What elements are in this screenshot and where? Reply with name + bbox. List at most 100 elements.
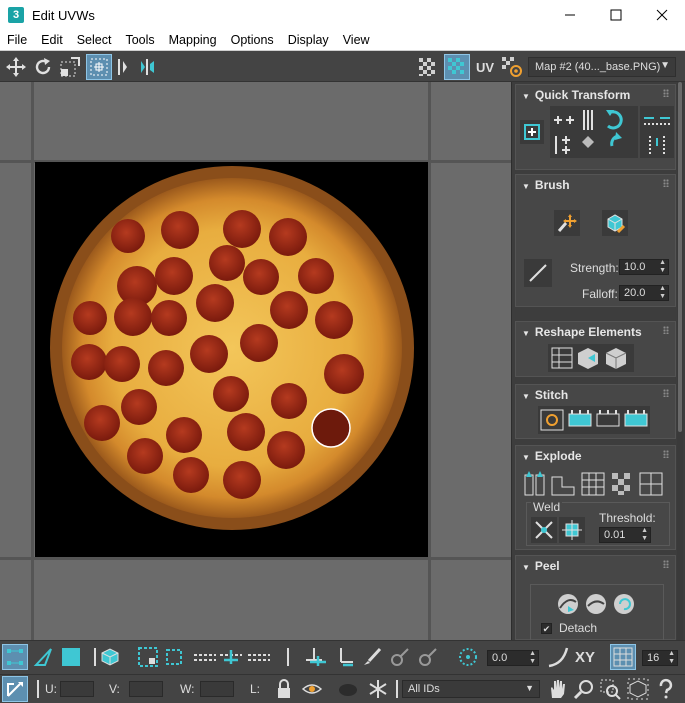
freeform-icon <box>90 58 108 76</box>
grow-shrink-tools <box>278 645 338 669</box>
lock-selection-button[interactable] <box>272 677 296 701</box>
maximize-button[interactable] <box>593 0 639 30</box>
zoom-extents-button[interactable] <box>626 677 650 701</box>
uv-axis-button[interactable]: UV <box>472 55 498 79</box>
w-field[interactable] <box>200 681 234 697</box>
menu-options[interactable]: Options <box>224 33 281 47</box>
show-map-button[interactable] <box>416 55 440 79</box>
minimize-icon <box>565 14 575 16</box>
spinner-arrows-icon[interactable]: ▲ ▼ <box>659 285 666 301</box>
rotate-angle-button[interactable] <box>456 645 480 669</box>
xy-axis-button[interactable]: XY <box>572 645 598 669</box>
shrink-button[interactable] <box>334 645 358 669</box>
scrollbar-thumb[interactable] <box>678 82 682 432</box>
u-field[interactable] <box>60 681 94 697</box>
panel-scrollbar[interactable] <box>677 82 683 640</box>
threshold-value: 0.01 <box>604 529 626 541</box>
brush-falloff-button[interactable] <box>524 259 552 287</box>
select-loop-button[interactable] <box>416 645 440 669</box>
checker-map-button[interactable] <box>444 54 470 80</box>
snowflake-icon <box>369 680 387 698</box>
paint-select-icon <box>166 649 182 665</box>
grid-snap-button[interactable] <box>610 644 636 670</box>
rollout-header[interactable]: ▼ Quick Transform <box>522 88 630 102</box>
checker-icon <box>419 58 435 76</box>
edge-mode-button[interactable] <box>32 645 56 669</box>
menu-tools[interactable]: Tools <box>118 33 161 47</box>
freeform-tool-button[interactable] <box>86 54 112 80</box>
map-settings-button[interactable] <box>500 55 524 79</box>
grid-size-spinner[interactable]: 16 ▲ ▼ <box>642 650 678 666</box>
rollout-header[interactable]: ▼ Explode <box>522 449 582 463</box>
spinner-arrows-icon[interactable]: ▲ ▼ <box>668 650 675 666</box>
magnifier-icon <box>573 680 593 700</box>
threshold-spinner[interactable]: 0.01 ▲ ▼ <box>599 527 651 543</box>
hide-unhide-button[interactable] <box>300 677 324 701</box>
map-select[interactable]: Map #2 (40..._base.PNG) ▼ <box>528 57 676 77</box>
weld-target-button[interactable] <box>559 517 585 543</box>
rollout-header[interactable]: ▼ Peel <box>522 559 560 573</box>
paint-move-button[interactable] <box>554 210 580 236</box>
rollout-header[interactable]: ▼ Reshape Elements <box>522 325 642 339</box>
rotate-tool-button[interactable] <box>31 55 55 79</box>
peel-mode-button[interactable] <box>555 591 581 617</box>
transform-element-button[interactable] <box>520 120 544 144</box>
help-button[interactable] <box>654 677 678 701</box>
reshape-icons <box>551 347 627 369</box>
rollout-header[interactable]: ▼ Brush <box>522 178 570 192</box>
app-icon: 3 <box>8 7 24 23</box>
quick-peel-icon <box>586 594 606 614</box>
filter-selected-button[interactable] <box>336 677 360 701</box>
zoom-region-button[interactable] <box>598 677 622 701</box>
material-id-select[interactable]: All IDs ▼ <box>402 680 540 698</box>
freeze-button[interactable] <box>366 677 390 701</box>
relax-brush-button[interactable] <box>602 210 628 236</box>
strength-spinner[interactable]: 10.0 ▲ ▼ <box>619 259 669 275</box>
spinner-arrows-icon[interactable]: ▲ ▼ <box>529 650 536 666</box>
falloff-label: Falloff: <box>582 287 618 301</box>
bottom-toolbar: 0.0 ▲ ▼ XY 16 ▲ ▼ <box>0 640 685 674</box>
spinner-arrows-icon[interactable]: ▲ ▼ <box>659 259 666 275</box>
rotate-angle-value: 0.0 <box>492 652 508 664</box>
drag-handle-icon[interactable] <box>663 560 669 568</box>
falloff-spinner[interactable]: 20.0 ▲ ▼ <box>619 285 669 301</box>
element-mode-button[interactable] <box>98 645 122 669</box>
select-ring-button[interactable] <box>388 645 412 669</box>
spinner-arrows-icon[interactable]: ▲ ▼ <box>641 527 648 543</box>
menu-select[interactable]: Select <box>70 33 119 47</box>
flip-tool-button[interactable] <box>134 55 158 79</box>
menu-display[interactable]: Display <box>281 33 336 47</box>
drag-handle-icon[interactable] <box>663 179 669 187</box>
rollout-header[interactable]: ▼ Stitch <box>522 388 568 402</box>
menu-file[interactable]: File <box>0 33 34 47</box>
absolute-offset-button[interactable] <box>2 676 28 702</box>
paint-brush-button[interactable] <box>360 645 384 669</box>
scale-tool-button[interactable] <box>58 55 82 79</box>
polygon-mode-button[interactable] <box>59 645 83 669</box>
pan-button[interactable] <box>545 677 569 701</box>
menu-view[interactable]: View <box>336 33 377 47</box>
reset-peel-button[interactable] <box>611 591 637 617</box>
drag-handle-icon[interactable] <box>663 326 669 334</box>
zoom-button[interactable] <box>572 677 596 701</box>
select-region-button[interactable] <box>136 645 160 669</box>
drag-handle-icon[interactable] <box>663 89 669 97</box>
chevron-down-icon: ▼ <box>525 683 534 693</box>
chevron-down-icon: ▼ <box>660 60 670 71</box>
minimize-button[interactable] <box>547 0 593 30</box>
rotate-angle-spinner[interactable]: 0.0 ▲ ▼ <box>487 650 539 666</box>
soft-selection-button[interactable] <box>546 645 570 669</box>
close-button[interactable] <box>639 0 685 30</box>
paint-select-button[interactable] <box>162 645 186 669</box>
detach-checkbox[interactable]: ✔ <box>541 623 552 634</box>
uv-viewport[interactable] <box>0 82 511 640</box>
v-field[interactable] <box>129 681 163 697</box>
menu-edit[interactable]: Edit <box>34 33 70 47</box>
move-tool-button[interactable] <box>4 55 28 79</box>
menu-mapping[interactable]: Mapping <box>162 33 224 47</box>
drag-handle-icon[interactable] <box>663 450 669 458</box>
weld-selected-button[interactable] <box>531 517 557 543</box>
vertex-mode-button[interactable] <box>2 644 28 670</box>
drag-handle-icon[interactable] <box>663 389 669 397</box>
quick-peel-button[interactable] <box>583 591 609 617</box>
